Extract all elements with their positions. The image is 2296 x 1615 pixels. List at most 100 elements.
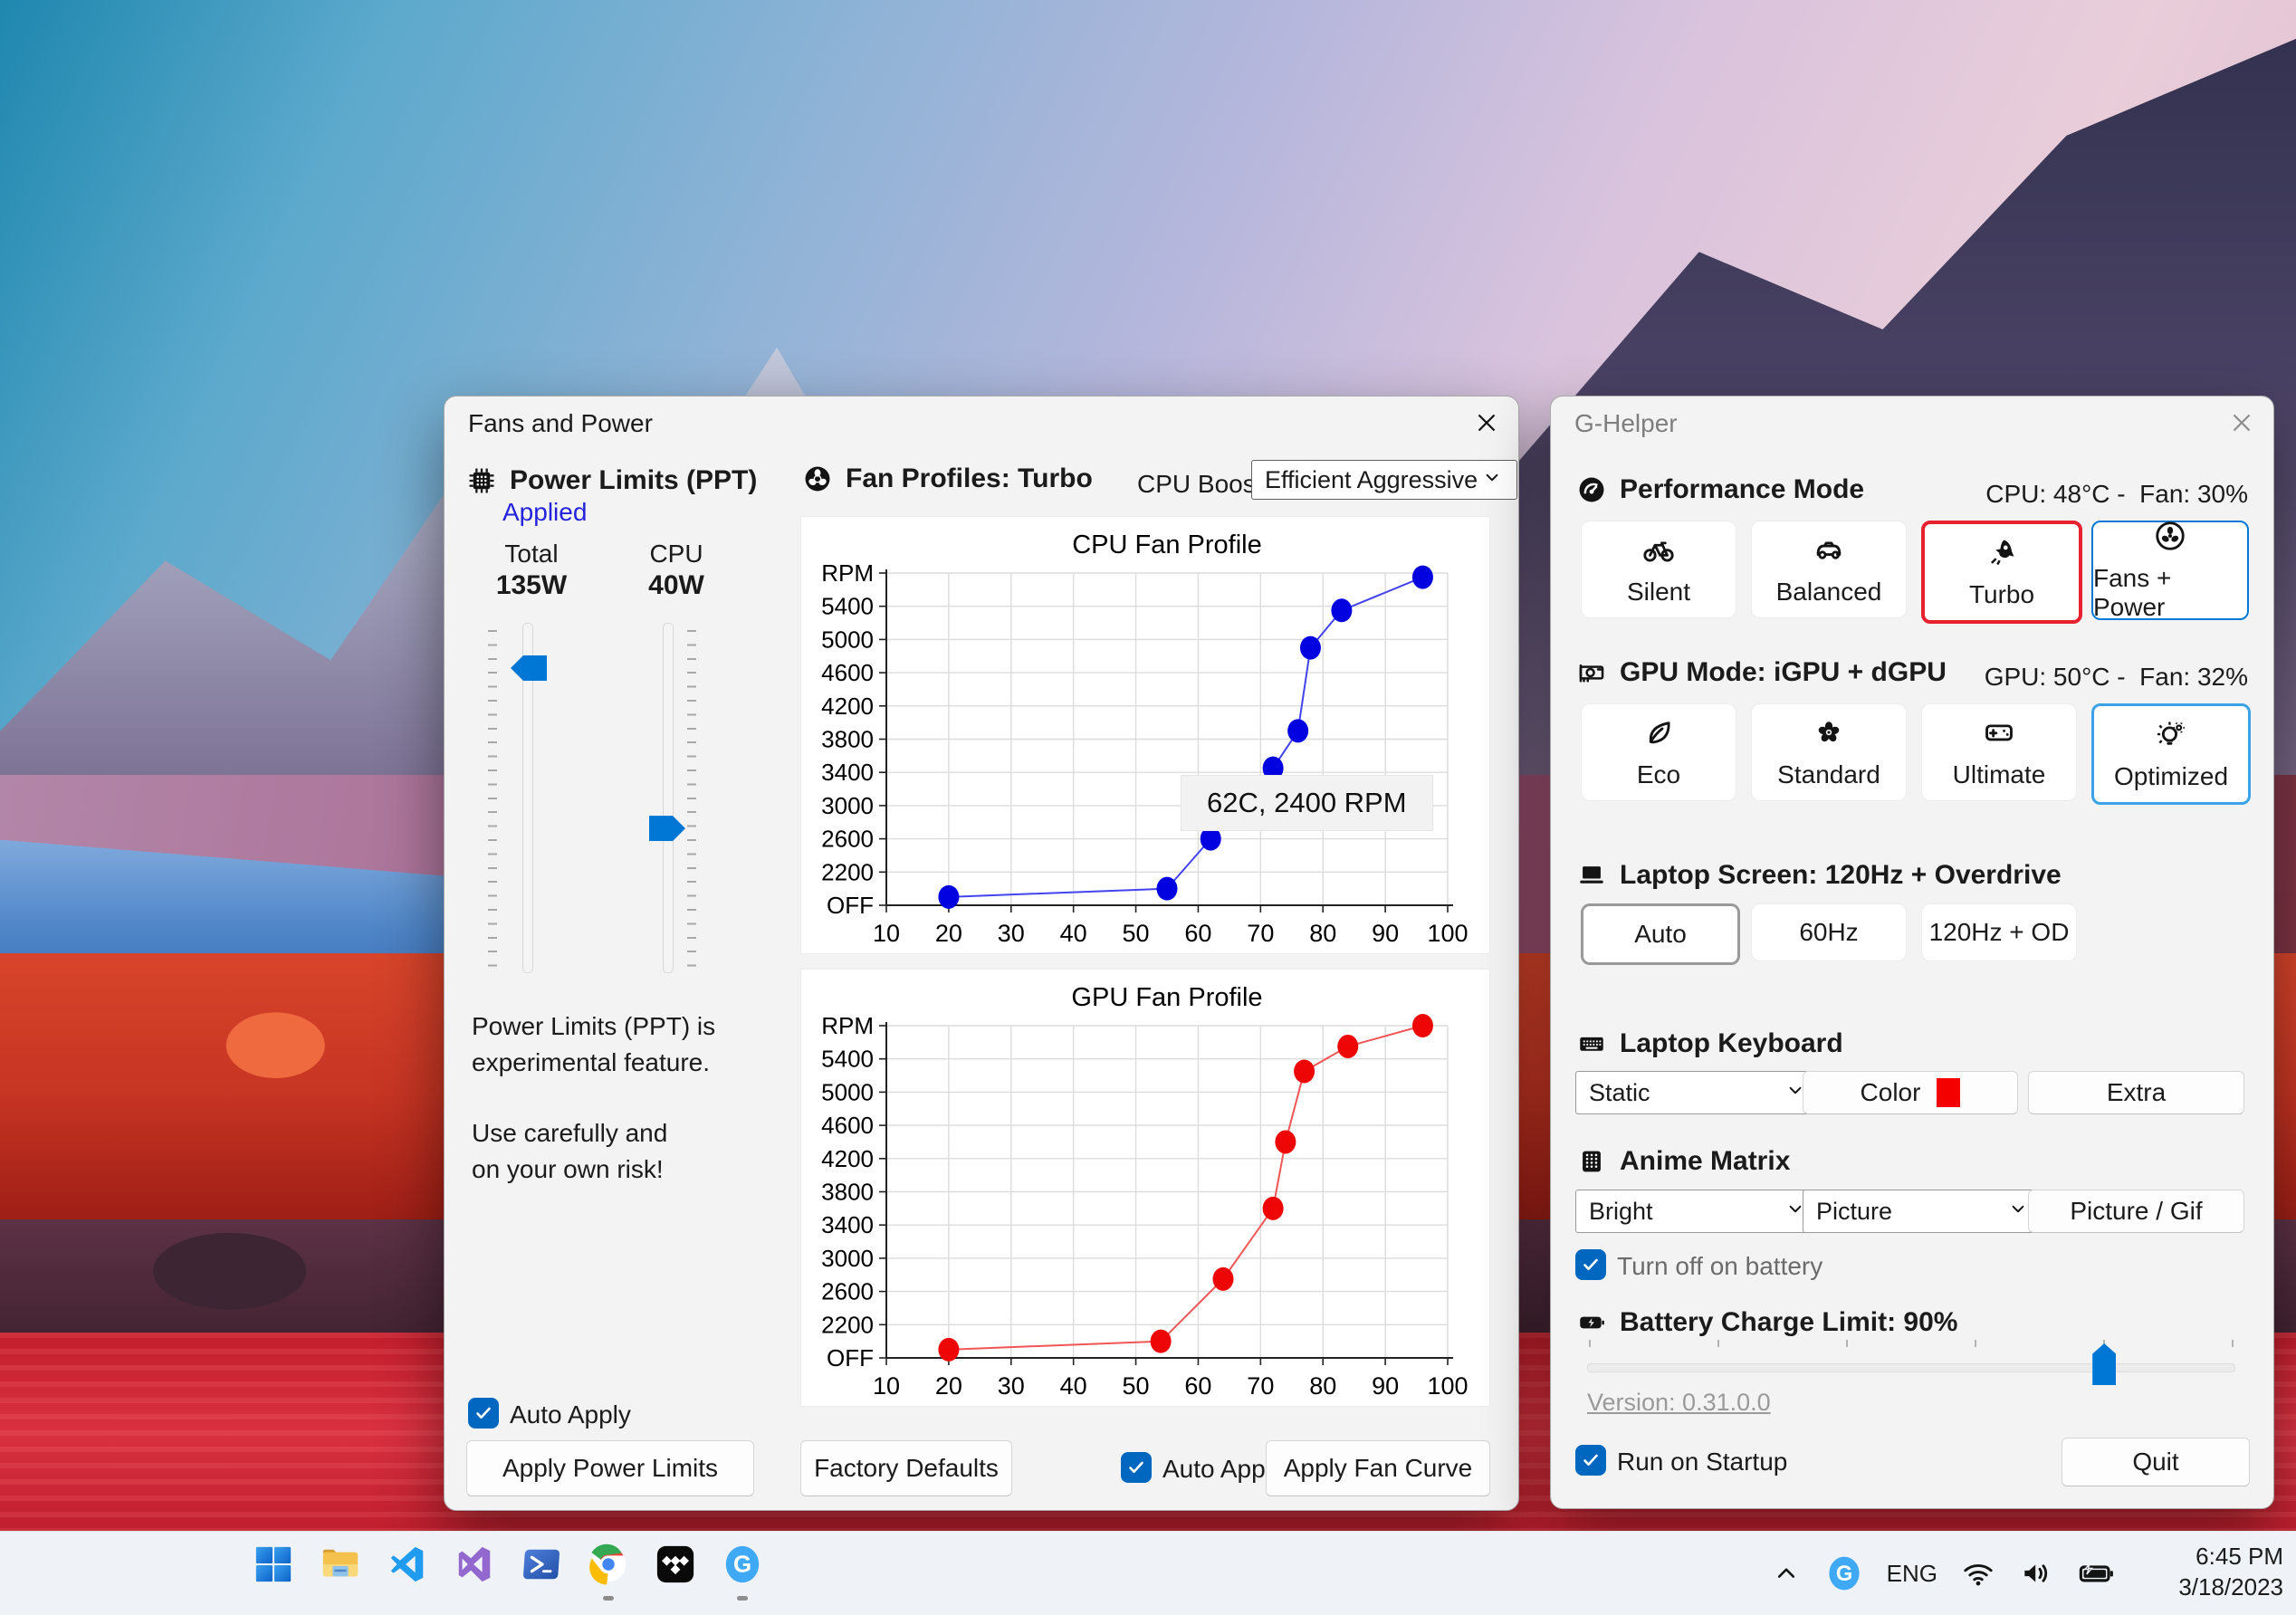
optimized-button[interactable]: Optimized: [2091, 703, 2251, 805]
taskbar: G G ENG 6:45 PM 3/18/2023: [0, 1531, 2296, 1615]
silent-button[interactable]: Silent: [1581, 521, 1736, 618]
120hz-od-button[interactable]: 120Hz + OD: [1921, 903, 2077, 961]
keyboard-extra-button[interactable]: Extra: [2028, 1071, 2244, 1114]
keyboard-mode-select[interactable]: Static: [1575, 1071, 1821, 1114]
svg-text:4600: 4600: [821, 659, 874, 686]
total-slider-thumb[interactable]: [511, 655, 547, 682]
svg-text:30: 30: [998, 1372, 1025, 1400]
fan-icon: [802, 463, 833, 494]
taskbar-app-visual-studio[interactable]: [451, 1541, 498, 1588]
clock[interactable]: 6:45 PM 3/18/2023: [2178, 1541, 2283, 1602]
wifi-icon[interactable]: [1961, 1556, 1995, 1591]
svg-text:2200: 2200: [821, 1311, 874, 1338]
vscode-icon: [387, 1543, 428, 1585]
gpu-mode-header: GPU Mode: iGPU + dGPU: [1576, 657, 1947, 688]
flower-icon: [1812, 715, 1846, 750]
apply-fan-curve-button[interactable]: Apply Fan Curve: [1266, 1440, 1490, 1496]
fans-titlebar[interactable]: Fans and Power: [445, 397, 1518, 447]
laptop-keyboard-label: Laptop Keyboard: [1620, 1028, 1843, 1058]
svg-text:5400: 5400: [821, 1046, 874, 1073]
keyboard-color-button[interactable]: Color: [1803, 1071, 2018, 1114]
laptop-screen-header: Laptop Screen: 120Hz + Overdrive: [1576, 860, 2062, 891]
svg-text:90: 90: [1372, 1372, 1399, 1400]
svg-text:3800: 3800: [821, 1179, 874, 1206]
svg-text:40: 40: [1060, 1372, 1087, 1400]
mode-label: Turbo: [1968, 580, 2035, 608]
svg-text:4200: 4200: [821, 1145, 874, 1172]
explorer-icon: [320, 1543, 361, 1585]
mode-label: Ultimate: [1952, 760, 2046, 788]
eco-button[interactable]: Eco: [1581, 703, 1736, 801]
taskbar-app-media-app[interactable]: [652, 1541, 699, 1588]
performance-mode-header: Performance Mode: [1576, 474, 1864, 505]
turbo-button[interactable]: Turbo: [1921, 521, 2082, 624]
svg-text:G: G: [733, 1553, 751, 1578]
taskbar-app-start[interactable]: [250, 1541, 297, 1588]
version-link[interactable]: Version: 0.31.0.0: [1587, 1389, 1771, 1417]
auto-apply-power-checkbox[interactable]: [468, 1398, 499, 1429]
performance-mode-label: Performance Mode: [1620, 474, 1865, 504]
cpu-slider-value: 40W: [648, 570, 704, 600]
battery-tray-icon[interactable]: [2077, 1554, 2115, 1592]
svg-text:80: 80: [1309, 1372, 1336, 1400]
svg-text:2600: 2600: [821, 826, 874, 853]
taskbar-app-powershell[interactable]: [518, 1541, 565, 1588]
language-indicator[interactable]: ENG: [1887, 1560, 1937, 1588]
ultimate-button[interactable]: Ultimate: [1921, 703, 2077, 801]
cpu-boost-select[interactable]: Efficient Aggressive: [1251, 460, 1517, 500]
gpu-fan-chart[interactable]: RPM 5400 5000 4600 4200 3800 3400 3000 2600 2200 O…: [800, 969, 1490, 1407]
svg-text:3000: 3000: [821, 1245, 874, 1272]
ghelper-icon: G: [722, 1543, 763, 1585]
svg-text:3400: 3400: [821, 759, 874, 786]
taskbar-app-g-helper[interactable]: G: [719, 1541, 766, 1601]
speaker-icon[interactable]: [2019, 1556, 2053, 1591]
apply-power-limits-button[interactable]: Apply Power Limits: [466, 1440, 754, 1496]
run-on-startup-checkbox[interactable]: [1575, 1445, 1606, 1476]
anime-brightness-select[interactable]: Bright: [1575, 1190, 1821, 1233]
bicycle-icon: [1641, 532, 1676, 567]
battery-charge-slider[interactable]: [1587, 1363, 2235, 1372]
mode-label: Balanced: [1775, 578, 1882, 606]
quit-button[interactable]: Quit: [2062, 1438, 2250, 1486]
anime-mode-select[interactable]: Picture: [1803, 1190, 2043, 1233]
ghelper-tray-icon[interactable]: G: [1825, 1554, 1863, 1592]
svg-text:4200: 4200: [821, 693, 874, 720]
active-indicator: [737, 1596, 748, 1601]
ghelper-titlebar[interactable]: G-Helper: [1551, 397, 2273, 447]
cpu-fan-chart[interactable]: RPM 5400 5000 4600 4200 3800 3400 3000 2600 2200 O…: [800, 516, 1490, 954]
cpu-power-slider[interactable]: [663, 623, 674, 973]
chevron-up-icon[interactable]: [1771, 1558, 1802, 1589]
svg-text:5000: 5000: [821, 626, 874, 653]
fans-power-button[interactable]: Fans + Power: [2091, 521, 2249, 621]
balanced-button[interactable]: Balanced: [1751, 521, 1907, 618]
turn-off-on-battery-checkbox[interactable]: [1575, 1249, 1606, 1280]
svg-text:70: 70: [1247, 1372, 1274, 1400]
keyboard-color-label: Color: [1860, 1078, 1921, 1106]
laptop-keyboard-header: Laptop Keyboard: [1576, 1028, 1843, 1059]
battery-charge-limit-label: Battery Charge Limit: 90%: [1620, 1307, 1958, 1337]
svg-text:20: 20: [935, 1372, 962, 1400]
mode-label: Eco: [1636, 760, 1681, 788]
car-icon: [1812, 532, 1846, 567]
svg-text:3000: 3000: [821, 792, 874, 819]
taskbar-app-vscode[interactable]: [384, 1541, 431, 1588]
factory-defaults-button[interactable]: Factory Defaults: [800, 1440, 1012, 1496]
auto-apply-fan-checkbox[interactable]: [1121, 1452, 1152, 1483]
mode-label: 60Hz: [1799, 918, 1859, 946]
cpu-slider-thumb[interactable]: [649, 816, 685, 842]
battery-slider-thumb[interactable]: [2092, 1343, 2117, 1385]
auto-button[interactable]: Auto: [1581, 903, 1740, 965]
standard-button[interactable]: Standard: [1751, 703, 1907, 801]
close-icon[interactable]: [2226, 407, 2257, 438]
taskbar-app-file-explorer[interactable]: [317, 1541, 364, 1588]
cpu-boost-label: CPU Boost: [1137, 470, 1263, 498]
taskbar-app-chrome[interactable]: [585, 1541, 632, 1601]
anime-matrix-label: Anime Matrix: [1620, 1146, 1791, 1176]
taskbar-apps: G: [250, 1541, 786, 1601]
close-icon[interactable]: [1471, 407, 1502, 438]
60hz-button[interactable]: 60Hz: [1751, 903, 1907, 961]
keyboard-mode-value: Static: [1589, 1078, 1650, 1106]
gauge-icon: [1576, 474, 1607, 505]
color-swatch: [1937, 1078, 1961, 1107]
picture-gif-button[interactable]: Picture / Gif: [2028, 1190, 2244, 1233]
